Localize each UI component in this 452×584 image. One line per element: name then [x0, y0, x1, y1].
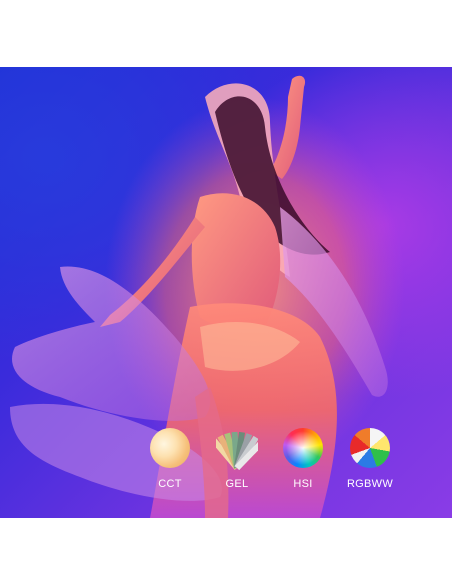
rgbww-color-wheel-icon: [350, 428, 390, 468]
mode-hsi: HSI: [268, 428, 338, 490]
lighting-modes: CCT GEL HSI RGBWW: [0, 428, 452, 518]
hsi-color-wheel-icon: [283, 428, 323, 468]
product-photo: CCT GEL HSI RGBWW: [0, 67, 452, 518]
mode-rgbww-label: RGBWW: [346, 478, 394, 490]
mode-gel-label: GEL: [225, 478, 249, 490]
gel-swatch-fan-icon: [216, 431, 258, 470]
mode-gel: GEL: [202, 428, 272, 490]
cct-warm-white-disc-icon: [150, 428, 190, 468]
mode-rgbww: RGBWW: [335, 428, 405, 490]
page: CCT GEL HSI RGBWW: [0, 0, 452, 584]
mode-hsi-label: HSI: [293, 478, 313, 490]
mode-cct-label: CCT: [158, 478, 182, 490]
mode-cct: CCT: [135, 428, 205, 490]
